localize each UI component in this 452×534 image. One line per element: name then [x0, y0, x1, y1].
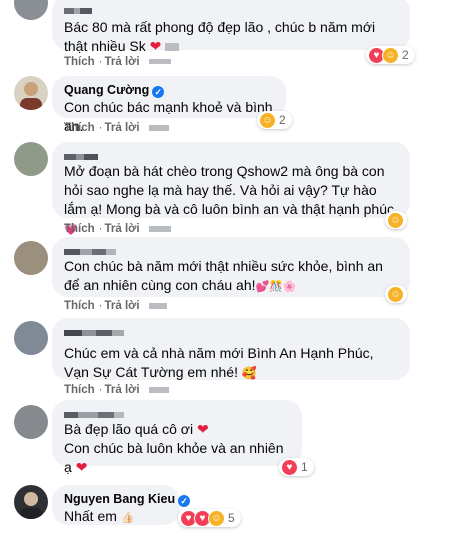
author-name[interactable]: Nguyen Bang Kieu ✓: [64, 491, 191, 507]
like-button[interactable]: Thích: [64, 384, 95, 396]
comment-text: Bác 80 mà rất phong độ đẹp lão , chúc b …: [64, 19, 376, 54]
blurred-timestamp: [148, 225, 171, 232]
comment-bubble: Chúc em và cả nhà năm mới Bình An Hạnh P…: [52, 318, 410, 380]
author-name[interactable]: Quang Cường ✓: [64, 82, 274, 98]
verified-badge-icon: ✓: [178, 495, 191, 507]
reactions-summary[interactable]: ♥ ♥ ☺ 5: [178, 509, 241, 527]
reactions-summary[interactable]: ☺ 2: [257, 111, 292, 129]
reply-button[interactable]: Trả lời: [105, 223, 140, 235]
comment-text: Nhất em 👍🏻: [64, 508, 135, 524]
blurred-timestamp: [148, 124, 169, 131]
reactions-summary[interactable]: ☺: [385, 211, 407, 229]
like-button[interactable]: Thích: [64, 223, 95, 235]
avatar[interactable]: [14, 241, 48, 275]
avatar-image: [20, 82, 42, 110]
blurred-name: [64, 243, 398, 255]
avatar[interactable]: [14, 142, 48, 176]
like-button[interactable]: Thích: [64, 122, 95, 134]
comment-bubble: Nguyen Bang Kieu ✓ Nhất em 👍🏻: [52, 485, 191, 525]
comment-actions: Thích · Trả lời: [64, 223, 173, 235]
blurred-name: [64, 148, 398, 160]
blurred-name: [64, 406, 290, 418]
avatar[interactable]: [14, 485, 48, 519]
avatar[interactable]: [14, 0, 48, 20]
comment-actions: Thích · Trả lời: [64, 300, 169, 312]
blurred-timestamp: [148, 302, 167, 309]
avatar-image: [20, 492, 42, 519]
blurred-name: [64, 324, 398, 336]
care-reaction-icon: ☺: [259, 111, 276, 129]
comment-bubble: Bác 80 mà rất phong độ đẹp lão , chúc b …: [52, 0, 410, 54]
reactions-summary[interactable]: ☺: [385, 285, 407, 303]
care-reaction-icon: ☺: [382, 46, 399, 64]
reaction-count: 1: [301, 460, 308, 474]
reply-button[interactable]: Trả lời: [105, 56, 140, 68]
reply-button[interactable]: Trả lời: [105, 122, 140, 134]
like-button[interactable]: Thích: [64, 56, 95, 68]
care-reaction-icon: ☺: [387, 211, 404, 229]
comment-bubble: Bà đẹp lão quá cô ơi ❤ Con chúc bà luôn …: [52, 400, 302, 475]
like-button[interactable]: Thích: [64, 300, 95, 312]
care-reaction-icon: ☺: [387, 285, 404, 303]
comment-actions: Thích · Trả lời: [64, 384, 171, 396]
comment-actions: Thích · Trả lời: [64, 122, 171, 134]
reaction-count: 2: [279, 113, 286, 127]
blurred-mark: [165, 43, 180, 52]
comment-actions: Thích · Trả lời: [64, 56, 173, 68]
comment-bubble: Mở đoạn bà hát chèo trong Qshow2 mà ông …: [52, 142, 410, 236]
care-reaction-icon: ☺: [208, 509, 225, 527]
verified-badge-icon: ✓: [152, 86, 165, 98]
reaction-count: 2: [402, 48, 409, 62]
comment-text-line-2: Con chúc bà luôn khỏe và an nhiên ạ ❤: [64, 440, 284, 475]
reply-button[interactable]: Trả lời: [105, 384, 140, 396]
avatar[interactable]: [14, 76, 48, 110]
reactions-summary[interactable]: ♥ ☺ 2: [366, 46, 415, 64]
comment-bubble: Quang Cường ✓ Con chúc bác mạnh khoẻ và b…: [52, 76, 286, 134]
reply-button[interactable]: Trả lời: [105, 300, 140, 312]
blurred-name: [64, 2, 398, 14]
comment-bubble: Con chúc bà năm mới thật nhiều sức khỏe,…: [52, 237, 410, 297]
love-reaction-icon: ♥: [281, 458, 298, 476]
comment-text: Con chúc bà năm mới thật nhiều sức khỏe,…: [64, 258, 383, 293]
avatar[interactable]: [14, 321, 48, 355]
blurred-timestamp: [148, 386, 169, 393]
reactions-summary[interactable]: ♥ 1: [279, 458, 314, 476]
comment-text: Chúc em và cả nhà năm mới Bình An Hạnh P…: [64, 345, 374, 380]
comment-text-line-1: Bà đẹp lão quá cô ơi ❤: [64, 421, 209, 437]
avatar[interactable]: [14, 405, 48, 439]
reaction-count: 5: [228, 511, 235, 525]
blurred-timestamp: [148, 59, 171, 65]
